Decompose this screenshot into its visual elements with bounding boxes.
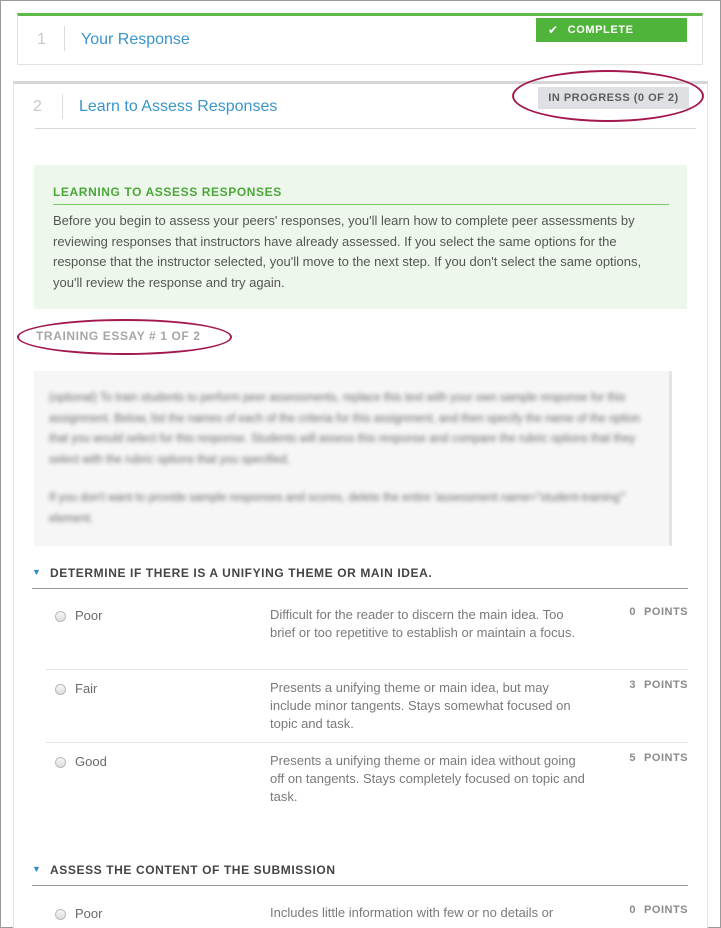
radio-button[interactable] xyxy=(55,611,66,622)
complete-badge: ✔ COMPLETE xyxy=(536,18,687,42)
radio-button[interactable] xyxy=(55,684,66,695)
triangle-down-icon[interactable]: ▼ xyxy=(32,864,41,874)
option-description: Includes little information with few or … xyxy=(270,905,554,920)
radio-button[interactable] xyxy=(55,909,66,920)
option-description: Difficult for the reader to discern the … xyxy=(270,607,575,640)
header-divider xyxy=(35,128,696,129)
option-label[interactable]: Poor xyxy=(75,906,102,921)
check-icon: ✔ xyxy=(548,23,559,37)
option-points: 5 POINTS xyxy=(629,752,688,764)
in-progress-badge: IN PROGRESS (0 OF 2) xyxy=(538,87,689,109)
criterion-header[interactable]: ▼ ASSESS THE CONTENT OF THE SUBMISSION xyxy=(32,862,688,886)
rubric-option[interactable]: Poor Difficult for the reader to discern… xyxy=(46,606,688,670)
step-title[interactable]: Learn to Assess Responses xyxy=(79,98,277,116)
step-learn-to-assess: 2 Learn to Assess Responses IN PROGRESS … xyxy=(13,70,708,928)
rubric-option[interactable]: Fair Presents a unifying theme or main i… xyxy=(46,679,688,743)
learning-text: Before you begin to assess your peers' r… xyxy=(53,213,642,290)
option-description: Presents a unifying theme or main idea w… xyxy=(270,753,585,804)
step-divider xyxy=(64,26,65,51)
step-number: 2 xyxy=(33,98,42,115)
rubric-option[interactable]: Good Presents a unifying theme or main i… xyxy=(46,752,688,816)
step-your-response[interactable]: 1 Your Response ✔ COMPLETE xyxy=(17,13,703,65)
criterion-title: ASSESS THE CONTENT OF THE SUBMISSION xyxy=(50,863,336,877)
step-number: 1 xyxy=(37,31,46,48)
essay-paragraph: (optional) To train students to perform … xyxy=(49,392,641,466)
window-frame: 1 Your Response ✔ COMPLETE 2 Learn to As… xyxy=(0,0,721,928)
training-essay-label: TRAINING ESSAY # 1 OF 2 xyxy=(36,329,201,343)
training-essay-box: (optional) To train students to perform … xyxy=(34,371,672,546)
criterion-title: DETERMINE IF THERE IS A UNIFYING THEME O… xyxy=(50,566,433,580)
step-title[interactable]: Your Response xyxy=(81,31,190,49)
option-label[interactable]: Poor xyxy=(75,608,102,623)
training-essay-text: (optional) To train students to perform … xyxy=(49,388,654,547)
option-points: 3 POINTS xyxy=(629,679,688,691)
learning-title: LEARNING TO ASSESS RESPONSES xyxy=(53,185,282,199)
radio-button[interactable] xyxy=(55,757,66,768)
criterion-header[interactable]: ▼ DETERMINE IF THERE IS A UNIFYING THEME… xyxy=(32,565,688,589)
option-label[interactable]: Good xyxy=(75,754,107,769)
option-label[interactable]: Fair xyxy=(75,681,97,696)
triangle-down-icon[interactable]: ▼ xyxy=(32,567,41,577)
option-points: 0 POINTS xyxy=(629,904,688,916)
complete-label: COMPLETE xyxy=(567,24,634,36)
learning-instructions-box: LEARNING TO ASSESS RESPONSES Before you … xyxy=(34,165,687,309)
essay-paragraph: If you don't want to provide sample resp… xyxy=(49,492,626,525)
option-points: 0 POINTS xyxy=(629,606,688,618)
rubric-option[interactable]: Poor Includes little information with fe… xyxy=(46,904,688,928)
learning-title-underline xyxy=(53,204,669,205)
option-description: Presents a unifying theme or main idea, … xyxy=(270,680,571,731)
step-divider xyxy=(62,94,63,119)
